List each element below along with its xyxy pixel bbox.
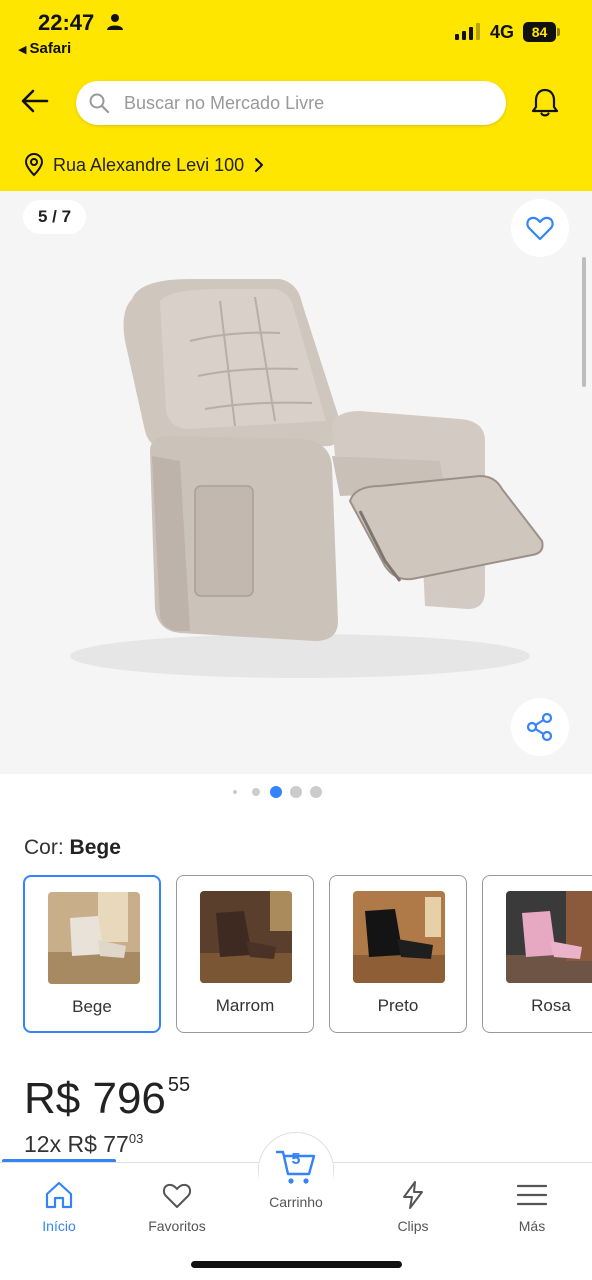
nav-inicio[interactable]: Início bbox=[9, 1179, 109, 1234]
price-cents: 55 bbox=[167, 1074, 191, 1096]
swatch-label: Preto bbox=[377, 996, 419, 1015]
product-image-recliner bbox=[70, 279, 544, 678]
price-currency: R$ bbox=[24, 1074, 81, 1123]
nav-label: Início bbox=[42, 1218, 76, 1234]
color-option-bege[interactable]: Bege bbox=[23, 875, 161, 1033]
carousel-dot-active[interactable] bbox=[270, 786, 282, 798]
installment-cents: 03 bbox=[128, 1131, 144, 1146]
carousel-dot[interactable] bbox=[290, 786, 302, 798]
swatch-image-preto bbox=[353, 891, 445, 983]
back-triangle-icon: ◀ bbox=[18, 44, 27, 56]
installments-prefix: 12x R$ bbox=[24, 1131, 97, 1157]
carousel-dot[interactable] bbox=[310, 786, 322, 798]
cart-count-badge: 5 bbox=[291, 1151, 301, 1168]
nav-mas[interactable]: Más bbox=[482, 1179, 582, 1234]
nav-label: Más bbox=[518, 1218, 546, 1234]
heart-icon bbox=[526, 216, 554, 241]
swatch-label: Marrom bbox=[215, 996, 275, 1015]
search-input[interactable] bbox=[124, 81, 494, 125]
bell-icon[interactable] bbox=[529, 86, 561, 118]
nav-carrinho[interactable]: 5 Carrinho bbox=[246, 1142, 346, 1210]
swatch-image-bege bbox=[48, 892, 140, 984]
page-scrollbar[interactable] bbox=[582, 257, 586, 387]
address-text: Rua Alexandre Levi 100 bbox=[53, 154, 245, 175]
favorite-button[interactable] bbox=[511, 199, 569, 257]
battery-nub bbox=[557, 28, 560, 36]
color-selected-name: Bege bbox=[69, 836, 121, 859]
color-option-marrom[interactable]: Marrom bbox=[176, 875, 314, 1033]
product-image-gallery[interactable]: 5 / 7 bbox=[0, 191, 592, 774]
nav-label: Favoritos bbox=[148, 1218, 206, 1234]
nav-clips[interactable]: Clips bbox=[363, 1179, 463, 1234]
location-pin-icon bbox=[24, 153, 44, 177]
color-label: Cor: Bege bbox=[24, 836, 121, 860]
menu-icon bbox=[516, 1184, 548, 1206]
back-app-label: Safari bbox=[29, 40, 72, 57]
home-icon bbox=[45, 1181, 73, 1209]
delivery-address[interactable]: Rua Alexandre Levi 100 bbox=[24, 152, 266, 178]
nav-label: Carrinho bbox=[269, 1194, 323, 1210]
person-icon bbox=[107, 14, 123, 30]
search-bar[interactable] bbox=[76, 81, 506, 125]
installment-integer: 77 bbox=[103, 1131, 129, 1157]
search-icon bbox=[89, 93, 110, 114]
swatch-image-marrom bbox=[200, 891, 292, 983]
network-type: 4G bbox=[490, 22, 515, 42]
carousel-dots bbox=[0, 786, 592, 798]
color-option-preto[interactable]: Preto bbox=[329, 875, 467, 1033]
carousel-dot[interactable] bbox=[252, 788, 260, 796]
home-indicator[interactable] bbox=[191, 1261, 402, 1268]
product-price: R$ 796 55 bbox=[24, 1074, 190, 1124]
back-to-safari-link[interactable]: ◀ Safari bbox=[18, 40, 71, 57]
swatch-image-rosa bbox=[506, 891, 592, 983]
battery-level: 84 bbox=[523, 22, 556, 42]
battery-indicator: 84 bbox=[523, 22, 561, 42]
share-button[interactable] bbox=[511, 698, 569, 756]
heart-icon bbox=[162, 1183, 192, 1208]
price-integer: 796 bbox=[92, 1074, 166, 1123]
status-time: 22:47 bbox=[38, 10, 95, 35]
swatch-label: Rosa bbox=[531, 996, 571, 1015]
swatch-label: Bege bbox=[72, 997, 112, 1016]
back-arrow-icon[interactable] bbox=[20, 86, 50, 116]
carousel-dot[interactable] bbox=[233, 790, 237, 794]
signal-icon bbox=[455, 23, 480, 40]
nav-favoritos[interactable]: Favoritos bbox=[127, 1179, 227, 1234]
image-counter: 5 / 7 bbox=[23, 200, 87, 234]
color-option-rosa[interactable]: Rosa bbox=[482, 875, 592, 1033]
installments-price: 12x R$ 7703 bbox=[24, 1131, 143, 1158]
chevron-right-icon bbox=[255, 158, 264, 172]
nav-label: Clips bbox=[397, 1218, 429, 1234]
color-label-prefix: Cor: bbox=[24, 836, 64, 859]
top-header: 22:47 ◀Safari 4G 84 Rua Alexandre Levi 1… bbox=[0, 0, 592, 191]
lightning-icon bbox=[403, 1181, 423, 1209]
share-icon bbox=[526, 712, 553, 742]
